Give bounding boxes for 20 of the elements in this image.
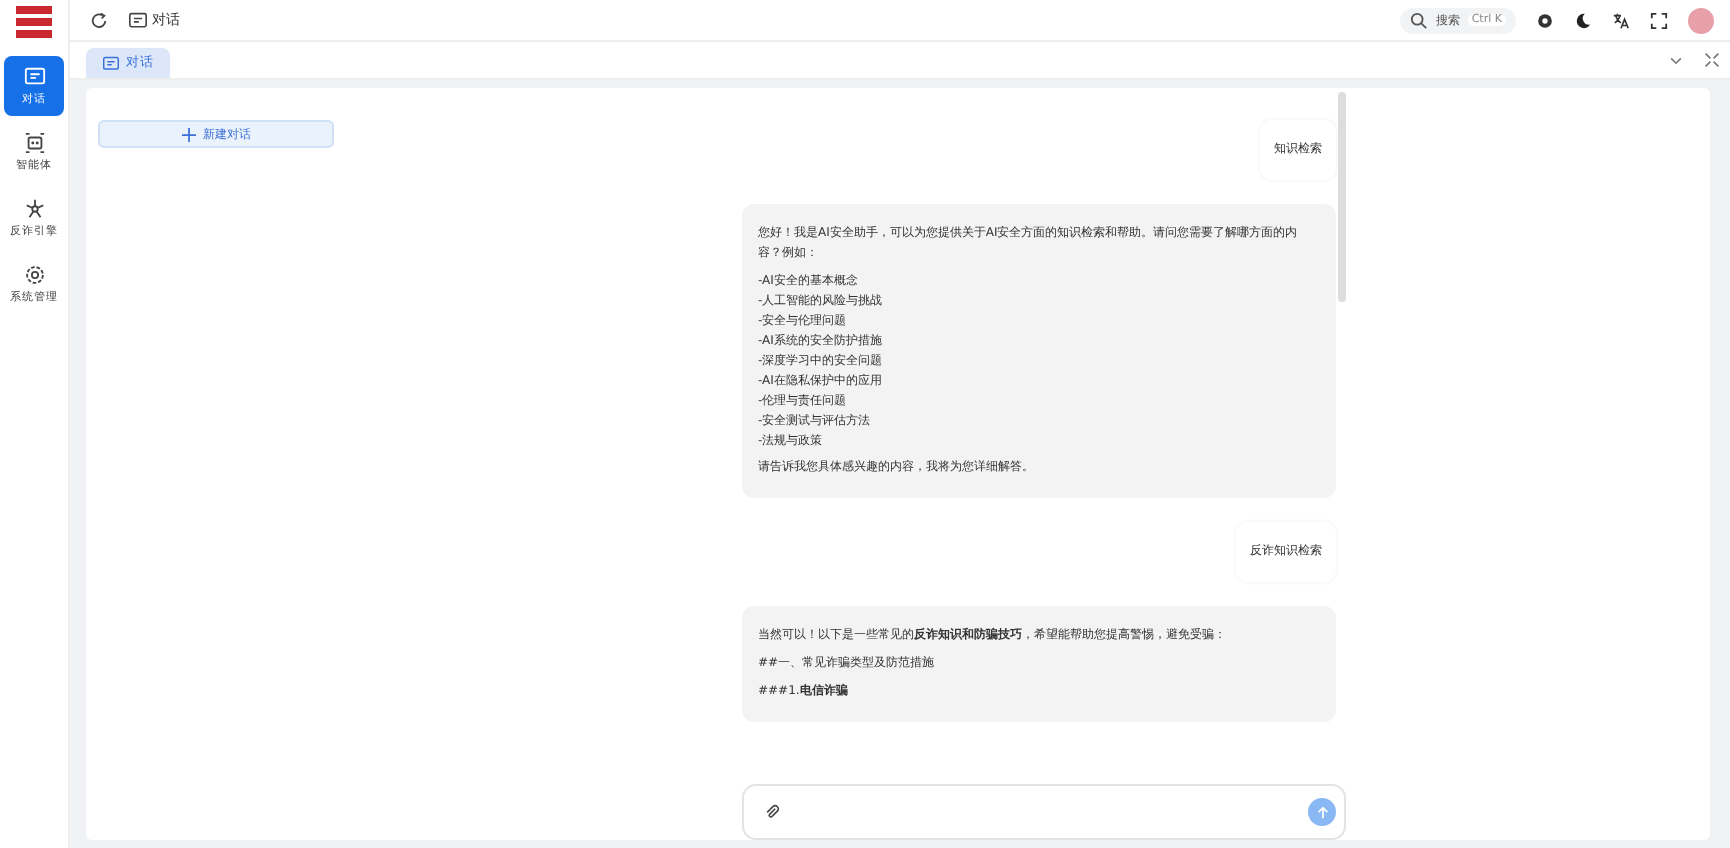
translate-icon[interactable]	[1612, 11, 1630, 29]
chat-icon	[102, 55, 120, 71]
chat-icon	[23, 66, 45, 88]
message-input[interactable]	[742, 784, 1346, 840]
search-icon	[1409, 11, 1428, 29]
collapse-icon[interactable]	[1704, 52, 1720, 68]
arrow-up-icon	[1315, 805, 1329, 820]
chat-icon	[128, 11, 148, 29]
chevron-down-icon[interactable]	[1668, 52, 1684, 68]
logo-icon	[16, 6, 52, 38]
network-icon	[23, 198, 45, 220]
settings-icon[interactable]	[1536, 11, 1554, 29]
settings-icon	[23, 264, 45, 286]
fullscreen-icon[interactable]	[1650, 11, 1668, 29]
moon-icon[interactable]	[1574, 11, 1592, 29]
plus-icon	[181, 127, 195, 141]
paperclip-icon[interactable]	[764, 804, 780, 821]
robot-icon	[23, 132, 45, 154]
refresh-icon[interactable]	[90, 11, 108, 29]
scrollbar[interactable]	[1338, 92, 1346, 302]
